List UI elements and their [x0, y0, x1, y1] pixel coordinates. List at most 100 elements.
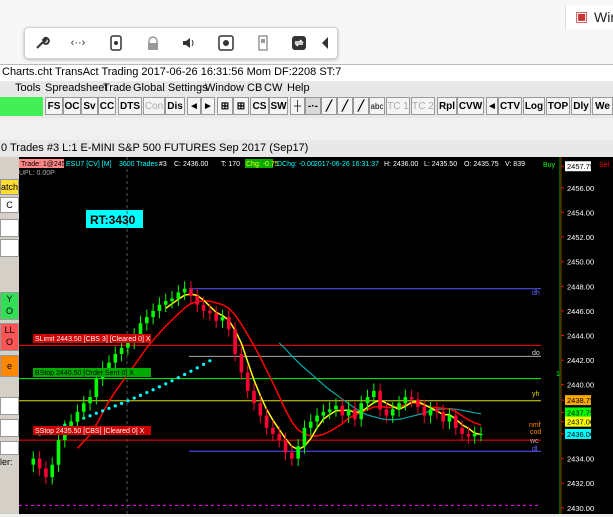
ctv-button[interactable]: CTV — [498, 97, 522, 115]
tc1-button[interactable]: TC 1 — [386, 97, 410, 115]
candle-body — [220, 317, 225, 321]
crosshair-dot-button[interactable]: -·- — [305, 97, 321, 115]
panel-field-4[interactable] — [0, 419, 19, 437]
menu-cb[interactable]: CB — [247, 82, 262, 94]
chart-window-title: 0 Trades #3 L:1 E-MINI S&P 500 FUTURES S… — [0, 140, 613, 157]
s-stop-label[interactable]: SStop 2435.50 [CBS] [Cleared 0] X — [35, 428, 145, 435]
candle-body — [252, 390, 256, 404]
trailing-stop-dot — [132, 396, 136, 400]
candle-body — [428, 409, 433, 416]
candle-body — [208, 310, 212, 314]
candle-body — [359, 403, 363, 420]
collapse-icon[interactable] — [318, 33, 332, 53]
cc-button[interactable]: CC — [98, 97, 116, 115]
candle-body — [372, 390, 376, 398]
buy-sell-strip[interactable]: Buy 1 — [541, 157, 561, 514]
menu-window[interactable]: Window — [205, 82, 244, 94]
oc-button[interactable]: OC — [63, 97, 81, 115]
menu-cw[interactable]: CW — [264, 82, 282, 94]
menu-help[interactable]: Help — [287, 82, 310, 94]
app-title: Charts.cht TransAct Trading 2017-06-26 1… — [2, 66, 342, 78]
ticks-info: T: 170 — [221, 161, 240, 168]
candle-body — [195, 296, 200, 305]
line2-tool-button[interactable]: ╱ — [337, 97, 353, 115]
remote-toolbar: ‹··› — [24, 27, 338, 59]
trailing-stop-dot — [183, 372, 187, 377]
price-tick-label: 2440.00 — [567, 381, 594, 390]
panel-field-5[interactable] — [0, 441, 19, 455]
candle-body — [88, 397, 92, 404]
sl-limit-label[interactable]: SLimit 2443.50 [CBS 3] [Cleared 0] X — [35, 336, 151, 343]
price-tick-label: 2432.00 — [567, 479, 594, 488]
price-axis[interactable]: Sel 2457.75 2456.00 2454.00 2452.00 2450.00 2… — [560, 157, 613, 514]
candle-body — [340, 405, 345, 416]
we-button[interactable]: We — [592, 97, 613, 115]
tc2-button[interactable]: TC 2 — [411, 97, 435, 115]
candle-body — [271, 427, 275, 434]
left-arrow2-button[interactable]: ◄ — [486, 97, 498, 115]
crosshair-button[interactable]: ┼ — [290, 97, 305, 115]
candle-body — [453, 415, 458, 428]
left-arrow-button[interactable]: ◄ — [187, 97, 201, 115]
dis-button[interactable]: Dis — [165, 97, 185, 115]
b-stop-label[interactable]: BStop 2440.50 [Order Sent 0] X — [35, 370, 134, 377]
candle-body — [264, 415, 269, 428]
cod-label: cod — [530, 429, 541, 436]
lock-icon[interactable] — [142, 33, 164, 53]
sv-button[interactable]: Sv — [81, 97, 98, 115]
buy-panel-button[interactable]: Y O — [0, 292, 19, 320]
candle-body — [176, 292, 181, 299]
wrench-icon[interactable] — [31, 33, 53, 53]
candle-body — [233, 329, 237, 354]
right-arrow-button[interactable]: ► — [201, 97, 215, 115]
dly-button[interactable]: Dly — [571, 97, 591, 115]
refresh-icon[interactable] — [288, 33, 310, 53]
high-info: H: 2436.00 — [384, 161, 418, 168]
c-button[interactable]: C — [0, 197, 19, 213]
panel-field-1[interactable] — [0, 219, 19, 237]
price-tick-label: 2430.00 — [567, 504, 594, 513]
trailing-stop-dot — [119, 401, 124, 405]
price-tick-label: 2436.00 — [567, 430, 594, 439]
sw-button[interactable]: SW — [269, 97, 288, 115]
trailing-stop-dot — [170, 379, 174, 383]
phone-icon[interactable] — [252, 33, 274, 53]
candle-body — [50, 464, 55, 478]
window-tab[interactable]: ▣ Wir — [565, 5, 613, 29]
candle-body — [447, 415, 452, 422]
candle-body — [466, 433, 471, 437]
fs-button[interactable]: FS — [45, 97, 63, 115]
cs-button[interactable]: CS — [250, 97, 269, 115]
top-button[interactable]: TOP — [546, 97, 570, 115]
menu-trade[interactable]: Trade — [103, 82, 131, 94]
cvw-button[interactable]: CVW — [457, 97, 484, 115]
screen-icon[interactable] — [215, 33, 237, 53]
rpl-button[interactable]: Rpl — [437, 97, 457, 115]
watch-button[interactable]: atch — [0, 179, 19, 195]
panel-field-2[interactable] — [0, 239, 19, 257]
dts-button[interactable]: DTS — [118, 97, 142, 115]
line3-tool-button[interactable]: ╱ — [353, 97, 369, 115]
panel-field-3[interactable] — [0, 397, 19, 415]
con-button[interactable]: Con — [143, 97, 165, 115]
trailing-stop-dot — [189, 369, 193, 373]
log-button[interactable]: Log — [523, 97, 545, 115]
trailing-stop-dot — [157, 385, 162, 389]
candle-body — [44, 468, 48, 478]
menu-spreadsheet[interactable]: Spreadsheet — [45, 82, 107, 94]
chart-plot-area[interactable]: Trade: 1@2457.75 ESU7 [CV] [M] 3600 Trad… — [19, 157, 543, 514]
exit-panel-button[interactable]: e — [0, 355, 19, 377]
price-tick-label: 2444.00 — [567, 332, 594, 341]
arrows-icon[interactable]: ‹··› — [67, 33, 89, 53]
usb-icon[interactable] — [105, 33, 127, 53]
speaker-icon[interactable] — [178, 33, 200, 53]
grid2-button[interactable]: ⊞ — [233, 97, 249, 115]
menu-global-settings[interactable]: Global Settings — [133, 82, 208, 94]
abc-button[interactable]: abc — [369, 97, 385, 115]
menu-tools[interactable]: Tools — [15, 82, 41, 94]
line-tool-button[interactable]: ╱ — [321, 97, 337, 115]
candle-body — [290, 452, 294, 459]
candle-body — [226, 317, 231, 330]
grid-button[interactable]: ⊞ — [217, 97, 233, 115]
sell-panel-button[interactable]: LL O — [0, 323, 19, 351]
